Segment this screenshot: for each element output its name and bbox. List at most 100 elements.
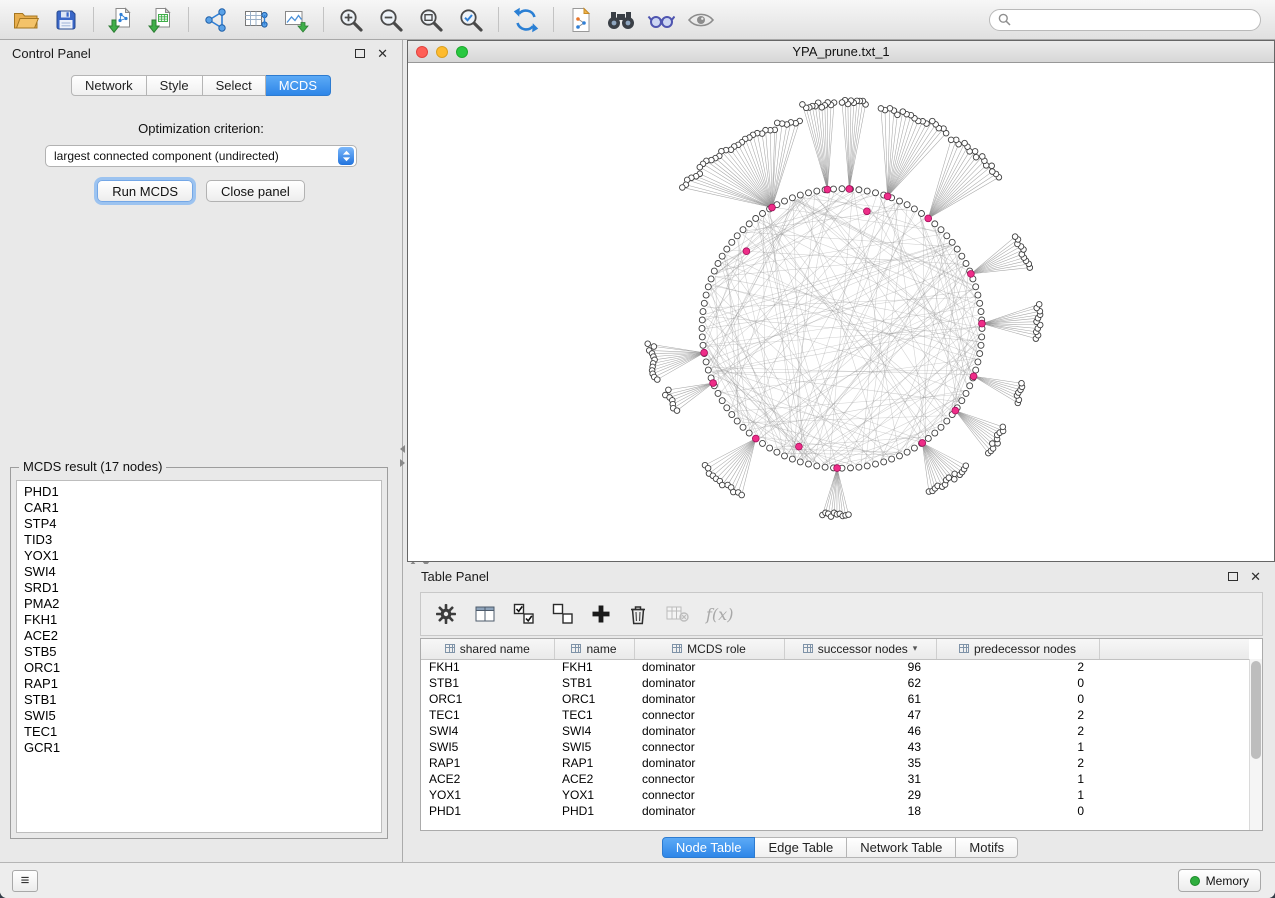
table-row[interactable]: ORC1ORC1dominator610 xyxy=(421,691,1249,707)
memory-button[interactable]: Memory xyxy=(1178,869,1261,892)
create-column-button[interactable] xyxy=(591,604,611,624)
mcds-result-item[interactable]: STP4 xyxy=(17,516,381,532)
unselect-all-columns-button[interactable] xyxy=(552,603,574,625)
table-tab-node-table[interactable]: Node Table xyxy=(662,837,756,858)
open-folder-icon xyxy=(13,9,39,31)
new-table-button[interactable] xyxy=(236,3,276,37)
mcds-result-item[interactable]: STB1 xyxy=(17,692,381,708)
criterion-dropdown[interactable]: largest connected component (undirected) xyxy=(45,145,357,167)
table-row[interactable]: TEC1TEC1connector472 xyxy=(421,707,1249,723)
table-row[interactable]: SWI4SWI4dominator462 xyxy=(421,723,1249,739)
import-network-icon xyxy=(108,7,134,33)
delete-column-button[interactable] xyxy=(628,603,648,625)
toolbar-separator xyxy=(323,7,324,32)
mcds-result-item[interactable]: SWI5 xyxy=(17,708,381,724)
table-panel: Table Panel ✕ xyxy=(405,564,1275,862)
refresh-view-button[interactable] xyxy=(506,3,546,37)
mcds-result-item[interactable]: SWI4 xyxy=(17,564,381,580)
column-header-name[interactable]: name xyxy=(554,639,634,659)
mcds-result-item[interactable]: FKH1 xyxy=(17,612,381,628)
tab-mcds[interactable]: MCDS xyxy=(266,75,331,96)
mcds-result-item[interactable]: CAR1 xyxy=(17,500,381,516)
float-panel-icon[interactable] xyxy=(1228,572,1238,581)
float-panel-icon[interactable] xyxy=(355,49,365,58)
mcds-result-item[interactable]: GCR1 xyxy=(17,740,381,756)
open-session-button[interactable] xyxy=(6,3,46,37)
mcds-result-item[interactable]: PHD1 xyxy=(17,484,381,500)
search-box[interactable] xyxy=(989,9,1261,31)
binoculars-icon xyxy=(607,8,635,32)
mcds-result-item[interactable]: ORC1 xyxy=(17,660,381,676)
search-input[interactable] xyxy=(1016,11,1260,29)
control-panel-header: Control Panel ✕ xyxy=(0,40,402,66)
tab-style[interactable]: Style xyxy=(147,75,203,96)
zoom-in-button[interactable] xyxy=(331,3,371,37)
table-row[interactable]: STB1STB1dominator620 xyxy=(421,675,1249,691)
eye-icon xyxy=(687,9,715,31)
import-table-from-file-button[interactable] xyxy=(141,3,181,37)
import-network-from-file-button[interactable] xyxy=(101,3,141,37)
tab-select[interactable]: Select xyxy=(203,75,266,96)
scrollbar-thumb[interactable] xyxy=(1251,661,1261,759)
network-window: YPA_prune.txt_1 xyxy=(405,40,1275,564)
node-table-header-row: shared namenameMCDS rolesuccessor nodes▾… xyxy=(421,639,1249,659)
gear-icon xyxy=(435,603,457,625)
network-graph[interactable] xyxy=(408,63,1274,561)
mcds-result-item[interactable]: YOX1 xyxy=(17,548,381,564)
column-header-successor-nodes[interactable]: successor nodes▾ xyxy=(784,639,936,659)
run-mcds-button[interactable]: Run MCDS xyxy=(97,180,193,202)
share-document-button[interactable] xyxy=(561,3,601,37)
zoom-out-button[interactable] xyxy=(371,3,411,37)
table-row[interactable]: PHD1PHD1dominator180 xyxy=(421,803,1249,819)
column-grid-icon xyxy=(959,644,969,653)
network-view[interactable] xyxy=(408,63,1274,561)
menu-icon: ≡ xyxy=(21,873,30,888)
mcds-result-item[interactable]: SRD1 xyxy=(17,580,381,596)
close-mcds-panel-button[interactable]: Close panel xyxy=(206,180,305,202)
close-panel-icon[interactable]: ✕ xyxy=(377,47,388,60)
table-row[interactable]: RAP1RAP1dominator352 xyxy=(421,755,1249,771)
mcds-result-item[interactable]: STB5 xyxy=(17,644,381,660)
network-window-titlebar[interactable]: YPA_prune.txt_1 xyxy=(408,41,1274,63)
zoom-fit-button[interactable] xyxy=(411,3,451,37)
mcds-result-item[interactable]: ACE2 xyxy=(17,628,381,644)
toolbar-separator xyxy=(498,7,499,32)
show-columns-button[interactable] xyxy=(474,604,496,624)
show-graphics-details-button[interactable] xyxy=(681,3,721,37)
close-panel-icon[interactable]: ✕ xyxy=(1250,570,1261,583)
toolbar-separator xyxy=(93,7,94,32)
import-table-icon xyxy=(148,7,174,33)
zoom-selected-button[interactable] xyxy=(451,3,491,37)
status-menu-button[interactable]: ≡ xyxy=(12,870,38,892)
search-network-button[interactable] xyxy=(601,3,641,37)
table-tab-motifs[interactable]: Motifs xyxy=(956,837,1018,858)
column-header-MCDS-role[interactable]: MCDS role xyxy=(634,639,784,659)
zoom-out-icon xyxy=(378,7,404,33)
table-row[interactable]: SWI5SWI5connector431 xyxy=(421,739,1249,755)
mcds-result-item[interactable]: RAP1 xyxy=(17,676,381,692)
save-session-button[interactable] xyxy=(46,3,86,37)
tab-network[interactable]: Network xyxy=(71,75,147,96)
mcds-result-item[interactable]: TID3 xyxy=(17,532,381,548)
table-row[interactable]: ACE2ACE2connector311 xyxy=(421,771,1249,787)
table-tab-edge-table[interactable]: Edge Table xyxy=(755,837,847,858)
column-header-predecessor-nodes[interactable]: predecessor nodes xyxy=(936,639,1099,659)
zoom-selected-icon xyxy=(458,7,484,33)
mcds-result-list[interactable]: PHD1CAR1STP4TID3YOX1SWI4SRD1PMA2FKH1ACE2… xyxy=(16,480,382,833)
export-image-button[interactable] xyxy=(276,3,316,37)
search-icon xyxy=(998,13,1011,26)
mcds-result-item[interactable]: TEC1 xyxy=(17,724,381,740)
table-tab-network-table[interactable]: Network Table xyxy=(847,837,956,858)
hide-graphics-details-button[interactable] xyxy=(641,3,681,37)
table-row[interactable]: FKH1FKH1dominator962 xyxy=(421,659,1249,675)
table-settings-button[interactable] xyxy=(435,603,457,625)
column-grid-icon xyxy=(571,644,581,653)
new-network-button[interactable] xyxy=(196,3,236,37)
column-header-shared-name[interactable]: shared name xyxy=(421,639,554,659)
table-scrollbar[interactable] xyxy=(1249,659,1262,830)
mcds-result-item[interactable]: PMA2 xyxy=(17,596,381,612)
select-all-columns-button[interactable] xyxy=(513,603,535,625)
table-row[interactable]: YOX1YOX1connector291 xyxy=(421,787,1249,803)
plus-icon xyxy=(591,604,611,624)
main-toolbar xyxy=(0,0,1275,40)
